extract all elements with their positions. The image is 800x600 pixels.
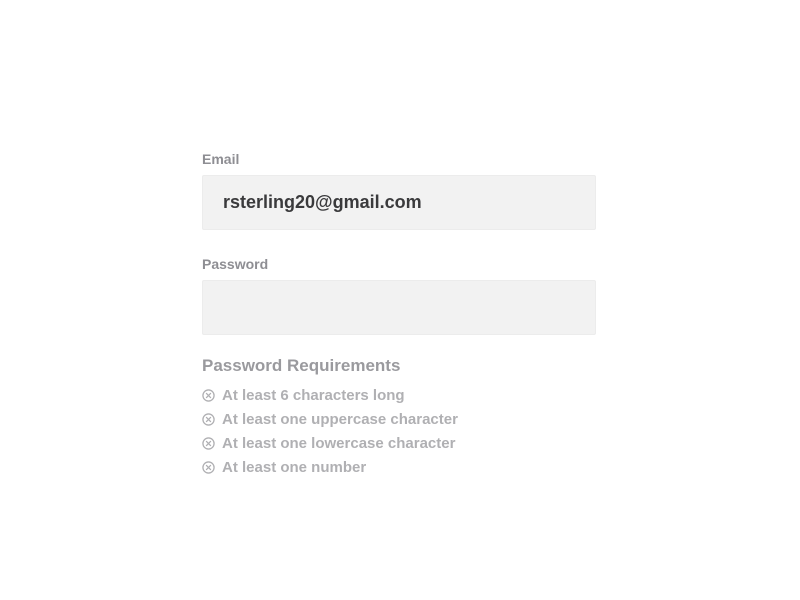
circle-x-icon: [202, 460, 215, 474]
signup-form: Email rsterling20@gmail.com Password Pas…: [202, 150, 598, 479]
password-label: Password: [202, 256, 269, 272]
email-label: Email: [202, 151, 240, 167]
requirement-label: At least one uppercase character: [222, 410, 458, 428]
requirement-item: At least 6 characters long: [202, 383, 598, 407]
requirement-item: At least one number: [202, 455, 598, 479]
requirement-label: At least 6 characters long: [222, 386, 405, 404]
circle-x-icon: [202, 436, 215, 450]
requirement-label: At least one number: [222, 458, 367, 476]
requirement-item: At least one uppercase character: [202, 407, 598, 431]
circle-x-icon: [202, 388, 215, 402]
requirement-item: At least one lowercase character: [202, 431, 598, 455]
password-field[interactable]: [202, 280, 596, 335]
email-field[interactable]: rsterling20@gmail.com: [202, 175, 596, 230]
circle-x-icon: [202, 412, 215, 426]
email-value: rsterling20@gmail.com: [223, 192, 422, 212]
requirement-label: At least one lowercase character: [222, 434, 456, 452]
password-requirements-list: At least 6 characters long At least one …: [202, 383, 598, 479]
password-requirements-title: Password Requirements: [202, 356, 401, 375]
